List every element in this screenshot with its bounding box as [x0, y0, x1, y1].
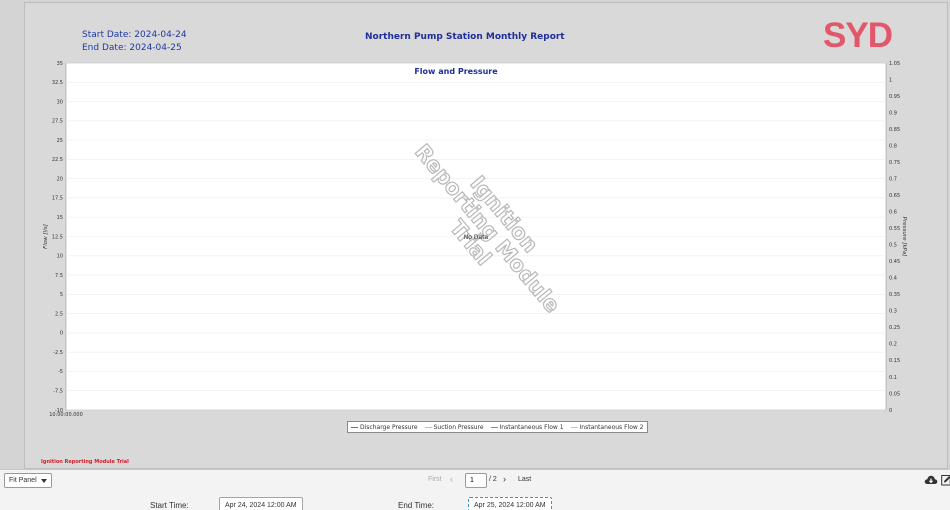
- left-axis-tick-label: 0: [60, 331, 63, 337]
- start-date-label: Start Date:: [82, 30, 132, 40]
- right-axis-tick-label: 0: [889, 408, 892, 414]
- first-page-button[interactable]: First: [428, 476, 442, 483]
- left-axis-tick-label: 22.5: [52, 157, 63, 163]
- x-axis-tick-label: 10:00:00.000: [49, 412, 83, 418]
- end-date-value: 2024-04-25: [129, 43, 182, 53]
- left-axis-tick-label: 12.5: [52, 234, 63, 240]
- right-axis-tick-label: 0.15: [889, 358, 900, 364]
- edit-icon[interactable]: [941, 474, 950, 486]
- end-date-line: End Date: 2024-04-25: [82, 43, 182, 53]
- page-number-input[interactable]: 1: [465, 473, 487, 488]
- right-axis-tick-label: 0.95: [889, 94, 900, 100]
- viewer-toolbar: Fit Panel First ‹ 1 / 2 › Last Start Tim…: [0, 469, 950, 510]
- right-axis-tick-label: 0.5: [889, 243, 897, 249]
- right-axis-tick-label: 0.7: [889, 176, 897, 182]
- report-page: Start Date: 2024-04-24 End Date: 2024-04…: [24, 2, 948, 469]
- end-date-label: End Date:: [82, 43, 127, 53]
- chevron-left-icon[interactable]: ‹: [450, 474, 453, 484]
- chart-legend: Discharge Pressure Suction Pressure Instan…: [347, 421, 648, 433]
- legend-label: Suction Pressure: [433, 423, 484, 431]
- no-data-label: No Data: [464, 234, 489, 241]
- right-axis-tick-label: 1: [889, 77, 892, 83]
- left-axis-tick-label: 5: [60, 292, 63, 298]
- left-axis-tick-label: 2.5: [55, 311, 63, 317]
- end-time-label: End Time:: [398, 501, 435, 510]
- right-axis-tick-label: 0.05: [889, 391, 900, 397]
- legend-item: Instantaneous Flow 1: [490, 423, 564, 431]
- right-axis-tick-label: 0.1: [889, 375, 897, 381]
- report-title: Northern Pump Station Monthly Report: [365, 32, 565, 42]
- right-axis-label: Pressure [kPa]: [901, 217, 907, 257]
- fit-mode-select[interactable]: Fit Panel: [4, 473, 52, 488]
- right-axis-tick-label: 0.65: [889, 193, 900, 199]
- legend-item: Discharge Pressure: [351, 424, 418, 431]
- chevron-right-icon[interactable]: ›: [503, 474, 506, 484]
- left-axis-tick-label: -5: [58, 369, 63, 375]
- page-total: / 2: [489, 476, 497, 483]
- legend-label: Instantaneous Flow 2: [579, 423, 644, 431]
- left-axis-tick-label: 30: [57, 99, 63, 105]
- legend-label: Instantaneous Flow 1: [499, 423, 564, 431]
- legend-swatch: [490, 426, 498, 428]
- left-axis-tick-label: 17.5: [52, 196, 63, 202]
- left-axis-tick-label: 15: [57, 215, 63, 221]
- chart-title: Flow and Pressure: [414, 67, 498, 76]
- right-axis-tick-label: 1.05: [889, 61, 900, 67]
- left-axis-tick-label: 27.5: [52, 119, 63, 125]
- right-axis-tick-label: 0.2: [889, 342, 897, 348]
- end-time-input[interactable]: Apr 25, 2024 12:00 AM: [468, 497, 552, 510]
- right-axis-tick-label: 0.6: [889, 210, 897, 216]
- right-axis-tick-label: 0.75: [889, 160, 900, 166]
- legend-label: Discharge Pressure: [360, 423, 418, 431]
- company-logo: SYD: [823, 16, 893, 55]
- fit-mode-value: Fit Panel: [9, 477, 37, 484]
- trial-footer: Ignition Reporting Module Trial: [41, 459, 129, 465]
- right-axis-tick-label: 0.4: [889, 276, 897, 282]
- left-axis-tick-label: 7.5: [55, 273, 63, 279]
- right-axis-tick-label: 0.45: [889, 259, 900, 265]
- start-time-input[interactable]: Apr 24, 2024 12:00 AM: [219, 497, 303, 510]
- left-axis-tick-label: 25: [57, 138, 63, 144]
- right-axis-tick-label: 0.9: [889, 110, 897, 116]
- left-axis-tick-label: 10: [57, 254, 63, 260]
- right-axis-tick-label: 0.25: [889, 325, 900, 331]
- right-axis-tick-label: 0.3: [889, 309, 897, 315]
- legend-swatch: [424, 426, 432, 428]
- legend-item: Instantaneous Flow 2: [570, 423, 644, 431]
- left-axis-tick-label: 20: [57, 176, 63, 182]
- legend-swatch: [570, 426, 578, 428]
- start-date-line: Start Date: 2024-04-24: [82, 30, 187, 40]
- start-date-value: 2024-04-24: [134, 30, 187, 40]
- caret-down-icon: [40, 478, 47, 483]
- left-axis-tick-label: 32.5: [52, 80, 63, 86]
- start-time-label: Start Time:: [150, 501, 189, 510]
- right-axis-tick-label: 0.85: [889, 127, 900, 133]
- right-axis-tick-label: 0.8: [889, 143, 897, 149]
- legend-swatch: [351, 426, 358, 428]
- right-axis-tick-label: 0.35: [889, 292, 900, 298]
- right-axis-tick-label: 0.55: [889, 226, 900, 232]
- cloud-download-icon[interactable]: [924, 474, 938, 486]
- report-viewer: Start Date: 2024-04-24 End Date: 2024-04…: [0, 0, 950, 510]
- chart-svg: 3532.53027.52522.52017.51512.5107.552.50…: [43, 61, 907, 418]
- left-axis-tick-label: -7.5: [53, 389, 63, 395]
- left-axis-tick-label: -2.5: [53, 350, 63, 356]
- last-page-button[interactable]: Last: [518, 476, 531, 483]
- left-axis-tick-label: 35: [57, 61, 63, 67]
- left-axis-label: Flow [l/s]: [43, 224, 49, 249]
- flow-pressure-chart: 35 32.5 30 27.5 25 22.5 20 17.5 15 12.5 10 7.5 5 2.5 0…: [25, 61, 949, 431]
- legend-item: Suction Pressure: [424, 423, 484, 431]
